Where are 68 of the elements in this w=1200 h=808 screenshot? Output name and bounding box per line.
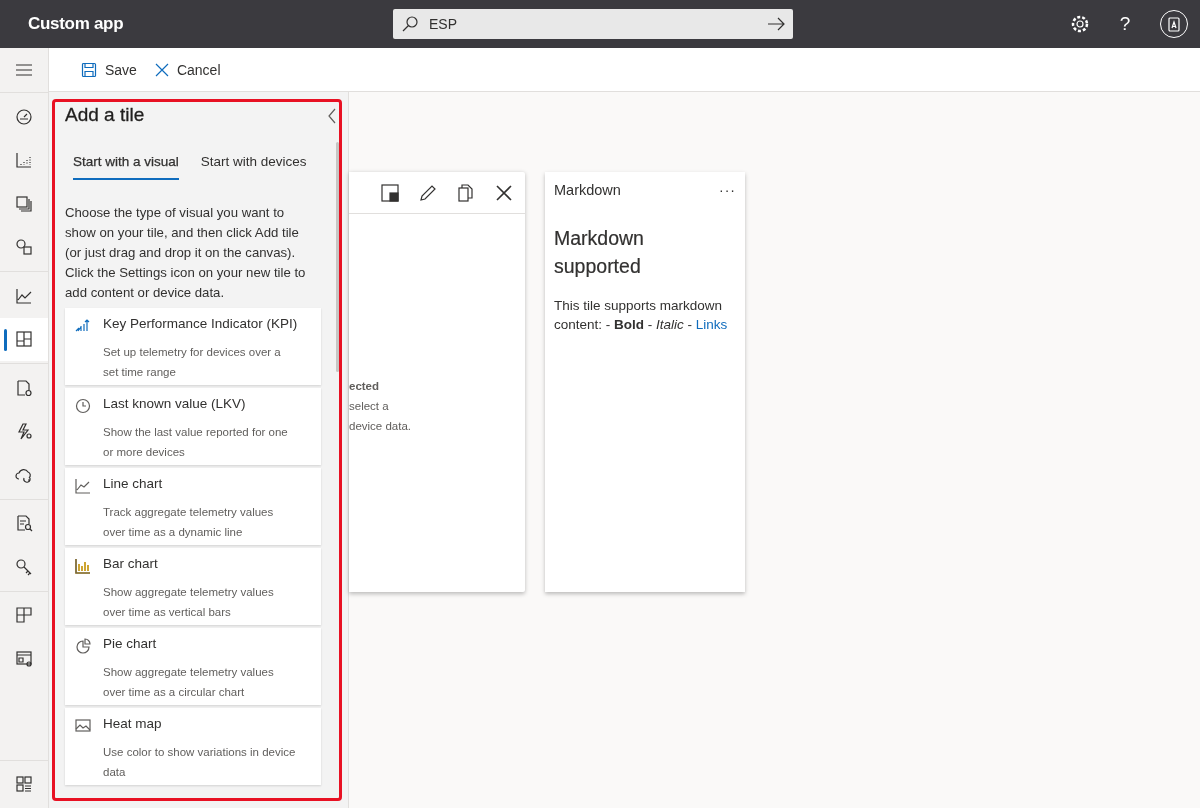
document-search-icon[interactable] — [15, 514, 33, 533]
more-button[interactable]: ··· — [719, 182, 736, 198]
app-name: Custom app — [28, 14, 125, 34]
window-gear-icon[interactable] — [15, 649, 33, 668]
tile-title: Markdown — [554, 182, 621, 198]
tile-option-description: Show aggregate telemetry values over time as vertical bars — [103, 584, 275, 620]
copy-icon — [457, 183, 475, 202]
tile-option[interactable]: Heat map Use color to show variations in device data — [65, 708, 321, 785]
key-icon[interactable] — [15, 557, 33, 576]
dashboard-icon[interactable] — [15, 330, 33, 349]
tile-option-title: Heat map — [103, 716, 163, 733]
tile-option-description: Use color to show variations in device data — [103, 744, 297, 780]
collapse-icon — [327, 108, 337, 124]
settings-icon[interactable] — [1070, 14, 1090, 34]
bolt-gear-icon[interactable] — [15, 422, 33, 441]
badge-icon — [1167, 16, 1181, 32]
nav-item[interactable] — [0, 317, 48, 361]
tab[interactable]: Start with devices — [200, 148, 307, 180]
tile-option[interactable]: Last known value (LKV) Show the last value reported for one or more devices — [65, 388, 321, 465]
tile-option-title: Line chart — [103, 476, 164, 493]
menu-icon[interactable] — [15, 63, 33, 77]
tile-option[interactable]: Bar chart Show aggregate telemetry values over time as vertical bars — [65, 548, 321, 625]
search-field[interactable]: ESP — [427, 15, 767, 33]
tile-option-description: Track aggregate telemetry values over time as a dynamic line — [103, 504, 275, 540]
cancel-button[interactable]: Cancel — [152, 57, 223, 82]
tile-option[interactable]: Line chart Track aggregate telemetry values over time as a dynamic line — [65, 468, 321, 545]
resize-icon — [381, 183, 399, 202]
pencil-icon — [419, 183, 437, 202]
markdown-paragraph: This tile supports markdown content: - Bold - Italic - Links — [554, 297, 729, 334]
help-button[interactable]: ? — [1112, 13, 1138, 35]
search-box[interactable]: ESP — [393, 9, 793, 39]
tile-option-description: Show the last value reported for one or more devices — [103, 424, 289, 460]
bar-chart-icon — [75, 558, 91, 574]
tile-option-title: Key Performance Indicator (KPI) — [103, 316, 299, 333]
tile-option-description: Show aggregate telemetry values over time as a circular chart — [103, 664, 275, 700]
tile-option-title: Last known value (LKV) — [103, 396, 247, 413]
tile-text: select a — [349, 399, 390, 414]
tile-text: ected — [349, 379, 381, 394]
grid-list-icon[interactable] — [15, 775, 33, 794]
image-icon — [75, 718, 91, 734]
tile-option-title: Pie chart — [103, 636, 158, 653]
close-icon — [495, 183, 513, 202]
close-icon — [154, 62, 169, 77]
kpi-chart-icon — [75, 318, 91, 334]
tile-option[interactable]: Key Performance Indicator (KPI) Set up telemetry for devices over a set time range — [65, 308, 321, 385]
tile-option-description: Set up telemetry for devices over a set time range — [103, 344, 282, 380]
save-button[interactable]: Save — [79, 57, 139, 82]
panel-title: Add a tile — [65, 104, 145, 126]
panel-description: Choose the type of visual you want to show on your tile, and then click Add tile (or just drag and drop it on the canvas). Click the Settings icon on your new tile to add content or device data. — [65, 204, 307, 302]
tile-text: device data. — [349, 419, 412, 434]
layers-icon[interactable] — [15, 194, 33, 213]
link[interactable]: Links — [695, 317, 728, 332]
scrollbar[interactable] — [336, 142, 339, 372]
save-icon — [81, 61, 97, 78]
document-gear-icon[interactable] — [15, 378, 33, 397]
tile-option[interactable]: Pie chart Show aggregate telemetry values over time as a circular chart — [65, 628, 321, 705]
search-icon — [401, 15, 419, 33]
pie-chart-icon — [75, 638, 91, 654]
tile-option-title: Bar chart — [103, 556, 159, 573]
line-chart-icon — [75, 478, 91, 494]
dot-chart-icon[interactable] — [15, 151, 33, 170]
tab[interactable]: Start with a visual — [73, 148, 179, 180]
arrow-icon[interactable] — [767, 17, 785, 31]
markdown-heading: Markdown supported — [554, 226, 645, 279]
line-chart-icon[interactable] — [15, 286, 33, 305]
grid-icon[interactable] — [15, 606, 33, 625]
gauge-icon[interactable] — [15, 107, 33, 126]
clock-icon — [75, 398, 91, 414]
